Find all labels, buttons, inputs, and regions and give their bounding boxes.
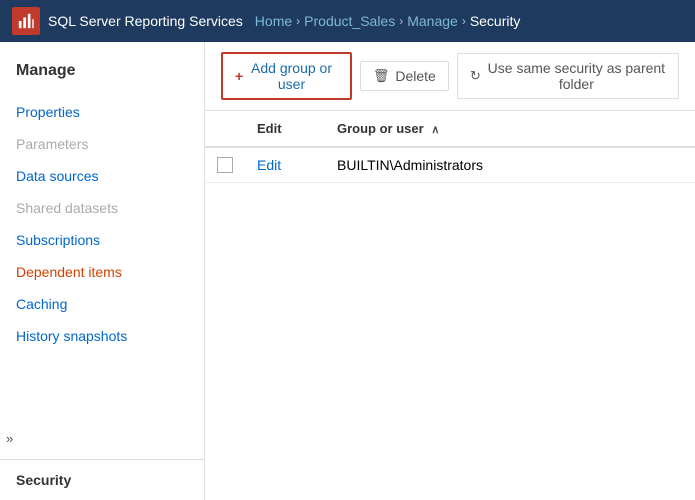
chart-icon — [17, 12, 35, 30]
sidebar-item-security[interactable]: Security — [0, 459, 204, 500]
sort-asc-icon: ∧ — [431, 124, 439, 136]
row-checkbox[interactable] — [217, 157, 233, 173]
main-content: + Add group or user 🗑 Delete ↺ Use same … — [205, 42, 695, 500]
security-table: Edit Group or user ∧ — [205, 111, 695, 183]
edit-link[interactable]: Edit — [257, 157, 281, 173]
row-edit-cell: Edit — [245, 147, 325, 183]
use-same-security-button[interactable]: ↺ Use same security as parent folder — [457, 53, 679, 99]
sidebar-item-data-sources[interactable]: Data sources — [0, 160, 204, 192]
sidebar-collapse-arrow[interactable]: » — [0, 427, 19, 450]
breadcrumb-arrow-2: › — [399, 14, 403, 28]
sync-icon: ↺ — [470, 68, 481, 84]
breadcrumb-manage[interactable]: Manage — [407, 13, 458, 29]
sidebar-item-caching[interactable]: Caching — [0, 288, 204, 320]
toolbar: + Add group or user 🗑 Delete ↺ Use same … — [205, 42, 695, 111]
breadcrumb-security: Security — [470, 13, 521, 29]
breadcrumb-product-sales[interactable]: Product_Sales — [304, 13, 395, 29]
plus-icon: + — [235, 68, 243, 84]
sidebar-item-dependent-items[interactable]: Dependent items — [0, 256, 204, 288]
col-header-check — [205, 111, 245, 147]
security-table-area: Edit Group or user ∧ — [205, 111, 695, 500]
add-group-label: Add group or user — [245, 60, 338, 92]
breadcrumb-arrow-3: › — [462, 14, 466, 28]
sidebar-item-parameters: Parameters — [0, 128, 204, 160]
app-name: SQL Server Reporting Services — [48, 13, 243, 29]
breadcrumb-home[interactable]: Home — [255, 13, 292, 29]
sidebar-item-shared-datasets: Shared datasets — [0, 192, 204, 224]
topbar: SQL Server Reporting Services Home › Pro… — [0, 0, 695, 42]
trash-icon: 🗑 — [373, 68, 390, 84]
main-layout: Manage Properties Parameters Data source… — [0, 42, 695, 500]
col-header-group[interactable]: Group or user ∧ — [325, 111, 695, 147]
sidebar-item-subscriptions[interactable]: Subscriptions — [0, 224, 204, 256]
breadcrumb: Home › Product_Sales › Manage › Security — [251, 13, 521, 29]
table-row: Edit BUILTIN\Administrators — [205, 147, 695, 183]
use-same-label: Use same security as parent folder — [487, 60, 666, 92]
row-check-cell — [205, 147, 245, 183]
delete-label: Delete — [395, 68, 435, 84]
sidebar: Manage Properties Parameters Data source… — [0, 42, 205, 500]
breadcrumb-arrow-1: › — [296, 14, 300, 28]
col-header-edit: Edit — [245, 111, 325, 147]
sidebar-item-properties[interactable]: Properties — [0, 96, 204, 128]
row-group-cell: BUILTIN\Administrators — [325, 147, 695, 183]
col-group-label: Group or user — [337, 121, 424, 136]
sidebar-item-history-snapshots[interactable]: History snapshots — [0, 320, 204, 352]
app-logo — [12, 7, 40, 35]
table-header-row: Edit Group or user ∧ — [205, 111, 695, 147]
add-group-button[interactable]: + Add group or user — [221, 52, 352, 100]
delete-button[interactable]: 🗑 Delete — [360, 61, 449, 91]
sidebar-title: Manage — [0, 54, 204, 96]
